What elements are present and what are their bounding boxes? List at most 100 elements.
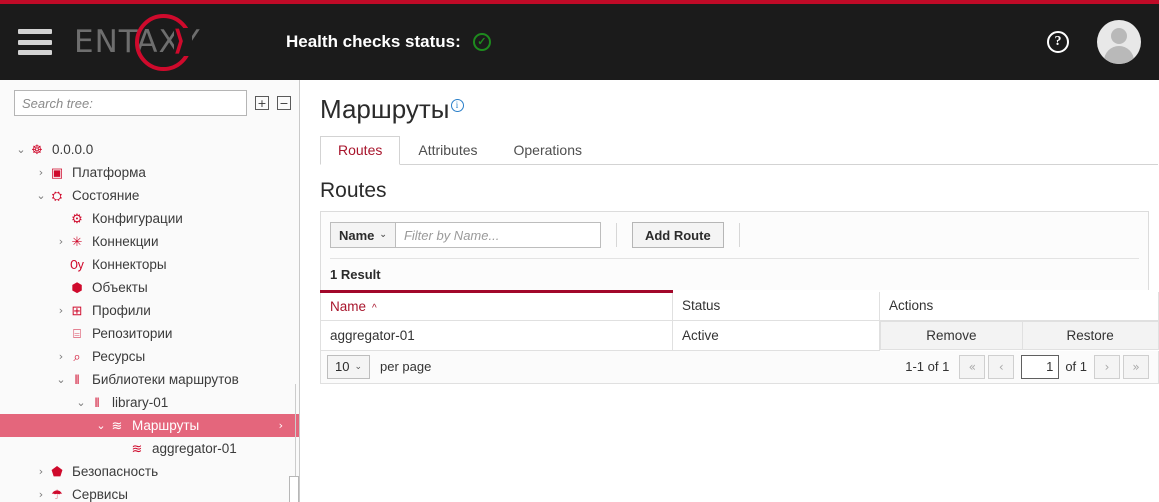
tree-item-сервисы[interactable]: ›☂Сервисы	[0, 483, 299, 502]
health-checks-label: Health checks status:	[286, 32, 461, 52]
tree-item-репозитории[interactable]: ⌸Репозитории	[0, 322, 299, 345]
per-page-select[interactable]: 10 ⌄	[327, 355, 370, 379]
avatar[interactable]	[1097, 20, 1141, 64]
tab-attributes[interactable]: Attributes	[400, 136, 495, 165]
tree-item-aggregator-01[interactable]: ≋aggregator-01	[0, 437, 299, 460]
restore-button[interactable]: Restore	[1022, 322, 1158, 350]
tree-item-конфигурации[interactable]: ⚙Конфигурации	[0, 207, 299, 230]
chevron-right-icon[interactable]: ›	[54, 304, 68, 317]
chevron-down-icon[interactable]: ⌄	[54, 373, 68, 386]
search-tree-input[interactable]	[14, 90, 247, 116]
chevron-right-icon[interactable]: ›	[54, 235, 68, 248]
sidebar-scrollbar-thumb[interactable]	[289, 476, 299, 502]
tree-item-label: Состояние	[66, 188, 139, 203]
page-total-text: of 1	[1065, 359, 1087, 374]
tree-item-label: Маршруты	[126, 418, 199, 433]
avatar-body	[1104, 46, 1134, 64]
routes-icon: ≋	[128, 442, 146, 455]
health-checks-status: Health checks status: ✓	[286, 32, 491, 52]
chevron-right-icon[interactable]: ›	[54, 350, 68, 363]
section-title: Routes	[320, 179, 1159, 203]
column-header-name[interactable]: Name ^	[321, 292, 673, 321]
chevron-down-icon[interactable]: ⌄	[14, 143, 28, 156]
chevron-right-icon[interactable]: ›	[34, 166, 48, 179]
table-row[interactable]: aggregator-01ActiveRemoveRestore	[321, 321, 1159, 351]
chevron-right-icon[interactable]: ›	[279, 419, 283, 432]
tree-item-0-0-0-0[interactable]: ⌄☸0.0.0.0	[0, 138, 299, 161]
state-icon: ⛭	[48, 189, 66, 202]
library-icon: ‖	[68, 373, 86, 386]
tree-item-коннекторы[interactable]: ѸКоннекторы	[0, 253, 299, 276]
sort-asc-icon: ^	[372, 303, 377, 314]
per-page-label: per page	[380, 359, 431, 374]
tree-item-label: Сервисы	[66, 487, 128, 502]
toolbar-divider-left	[616, 223, 617, 247]
security-icon: ⬟	[48, 465, 66, 478]
chevron-right-icon[interactable]: ›	[34, 488, 48, 501]
cell-status: Active	[673, 321, 880, 351]
tree-item-маршруты[interactable]: ⌄≋Маршруты›	[0, 414, 299, 437]
toolbar-row: Name ⌄ Add Route	[330, 221, 1148, 249]
expand-all-icon[interactable]: +	[255, 96, 269, 110]
toolbar-card: Name ⌄ Add Route 1 Result	[320, 211, 1149, 290]
remove-button[interactable]: Remove	[881, 322, 1023, 350]
tree-item-label: Конфигурации	[86, 211, 183, 226]
tree-item-label: Коннекторы	[86, 257, 167, 272]
cell-actions: RemoveRestore	[880, 321, 1159, 351]
chevron-right-icon[interactable]: ›	[34, 465, 48, 478]
chevron-down-icon[interactable]: ⌄	[74, 396, 88, 409]
pagination-bar: 10 ⌄ per page 1-1 of 1 « ‹ of 1 › »	[320, 351, 1159, 384]
logo-chevron-icon: ⟩	[173, 27, 186, 55]
page-number-input[interactable]	[1021, 355, 1059, 379]
resources-icon: ⌕	[68, 350, 86, 363]
column-header-status[interactable]: Status	[673, 292, 880, 321]
help-icon[interactable]: ?	[1047, 31, 1069, 53]
tree-item-платформа[interactable]: ›▣Платформа	[0, 161, 299, 184]
result-count: 1 Result	[330, 258, 1139, 290]
filter-input[interactable]	[396, 222, 601, 248]
pagination-controls: 1-1 of 1 « ‹ of 1 › »	[905, 355, 1152, 379]
main-content: Маршрутыi RoutesAttributesOperations Rou…	[300, 80, 1159, 502]
page-range-text: 1-1 of 1	[905, 359, 949, 374]
sidebar-search-row: + −	[0, 80, 299, 116]
filter-field-select[interactable]: Name ⌄	[330, 222, 396, 248]
column-header-name-label: Name	[330, 299, 366, 314]
tree-item-label: Коннекции	[86, 234, 159, 249]
tree-item-label: Объекты	[86, 280, 148, 295]
chevron-down-icon[interactable]: ⌄	[94, 419, 108, 432]
tree-item-library-01[interactable]: ⌄‖library-01	[0, 391, 299, 414]
info-icon[interactable]: i	[451, 99, 464, 112]
first-page-button[interactable]: «	[959, 355, 985, 379]
add-route-button[interactable]: Add Route	[632, 222, 724, 248]
last-page-button[interactable]: »	[1123, 355, 1149, 379]
tab-operations[interactable]: Operations	[496, 136, 600, 165]
objects-icon: ⬢	[68, 281, 86, 294]
chevron-down-icon: ⌄	[379, 230, 387, 240]
repository-icon: ⌸	[68, 327, 86, 340]
tab-routes[interactable]: Routes	[320, 136, 400, 165]
tree-item-ресурсы[interactable]: ›⌕Ресурсы	[0, 345, 299, 368]
tree-item-коннекции[interactable]: ›✳Коннекции	[0, 230, 299, 253]
tree-item-label: Безопасность	[66, 464, 158, 479]
tab-bar: RoutesAttributesOperations	[320, 135, 1158, 165]
next-page-button[interactable]: ›	[1094, 355, 1120, 379]
routes-table-body: aggregator-01ActiveRemoveRestore	[321, 321, 1159, 351]
column-header-actions[interactable]: Actions	[880, 292, 1159, 321]
table-header-row: Name ^ Status Actions	[321, 292, 1159, 321]
chevron-down-icon[interactable]: ⌄	[34, 189, 48, 202]
prev-page-button[interactable]: ‹	[988, 355, 1014, 379]
tree-item-состояние[interactable]: ⌄⛭Состояние	[0, 184, 299, 207]
tree-item-объекты[interactable]: ⬢Объекты	[0, 276, 299, 299]
cell-name: aggregator-01	[321, 321, 673, 351]
bug-icon: ☸	[28, 143, 46, 156]
routes-table-head: Name ^ Status Actions	[321, 292, 1159, 321]
tree-item-библиотеки-маршрутов[interactable]: ⌄‖Библиотеки маршрутов	[0, 368, 299, 391]
entaxy-logo: ENTAXY ⟩	[74, 12, 234, 72]
collapse-all-icon[interactable]: −	[277, 96, 291, 110]
library-icon: ‖	[88, 396, 106, 409]
tree-item-профили[interactable]: ›⊞Профили	[0, 299, 299, 322]
tree-item-безопасность[interactable]: ›⬟Безопасность	[0, 460, 299, 483]
check-circle-icon: ✓	[473, 33, 491, 51]
routes-table: Name ^ Status Actions aggregator-01Active…	[320, 290, 1159, 351]
hamburger-menu-icon[interactable]	[18, 29, 52, 55]
